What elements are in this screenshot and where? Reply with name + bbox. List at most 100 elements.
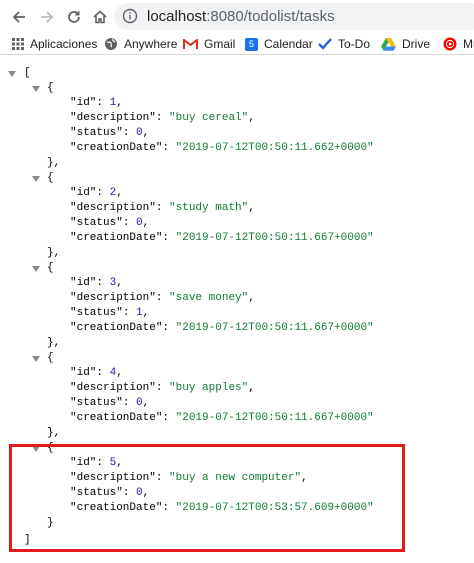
brace-close: },	[47, 427, 61, 439]
field-creation-date: "creationDate": "2019-07-12T00:50:11.662…	[70, 142, 374, 154]
globe-icon	[105, 38, 117, 50]
field-creation-date: "creationDate": "2019-07-12T00:50:11.667…	[70, 412, 374, 424]
bookmark-label: Drive	[402, 37, 431, 51]
bookmark-label: Mu	[463, 37, 474, 51]
back-button[interactable]	[8, 6, 30, 28]
value-status: 1	[136, 307, 143, 319]
collapse-toggle-icon[interactable]	[32, 356, 40, 362]
address-bar[interactable]: localhost:8080/todolist/tasks	[114, 3, 474, 30]
collapse-toggle-icon[interactable]	[32, 86, 40, 92]
value-description: "buy apples"	[169, 382, 249, 394]
home-button[interactable]	[89, 6, 111, 28]
bookmark-label: Anywhere	[124, 37, 178, 51]
home-icon	[93, 10, 107, 24]
field-id: "id": 3,	[70, 277, 123, 289]
key-id: "id"	[70, 187, 97, 199]
check-icon	[318, 38, 332, 50]
value-status: 0	[136, 217, 143, 229]
value-id: 2	[109, 187, 117, 199]
back-arrow-icon	[12, 11, 25, 23]
key-creation-date: "creationDate"	[70, 322, 163, 334]
key-description: "description"	[70, 112, 156, 124]
bookmark-drive[interactable]: Drive	[381, 35, 430, 53]
bookmark-todo[interactable]: To-Do	[318, 35, 370, 53]
key-status: "status"	[70, 307, 123, 319]
field-status: "status": 0,	[70, 127, 150, 139]
collapse-toggle-icon[interactable]	[8, 71, 16, 77]
forward-arrow-icon	[41, 11, 54, 23]
bookmark-gmail[interactable]: Gmail	[183, 35, 235, 53]
reload-button[interactable]	[63, 6, 85, 28]
key-creation-date: "creationDate"	[70, 232, 163, 244]
brace-close: },	[47, 337, 61, 349]
highlight-box	[9, 444, 405, 552]
field-status: "status": 0,	[70, 397, 150, 409]
brace-open: {	[47, 262, 54, 274]
key-id: "id"	[70, 367, 97, 379]
field-id: "id": 4,	[70, 367, 123, 379]
bookmark-label: Gmail	[204, 37, 236, 51]
key-creation-date: "creationDate"	[70, 412, 163, 424]
key-description: "description"	[70, 382, 156, 394]
field-id: "id": 2,	[70, 187, 123, 199]
bookmark-youtube-music[interactable]: Mu	[443, 35, 474, 53]
value-status: 0	[136, 397, 143, 409]
value-status: 0	[136, 127, 143, 139]
brace-open: {	[47, 352, 54, 364]
field-status: "status": 1,	[70, 307, 150, 319]
value-id: 1	[109, 97, 117, 109]
brace-close: },	[47, 157, 61, 169]
bookmark-label: Calendar	[264, 37, 313, 51]
youtube-music-icon	[443, 37, 457, 51]
field-status: "status": 0,	[70, 217, 150, 229]
field-description: "description": "buy cereal",	[70, 112, 255, 124]
info-icon[interactable]	[122, 8, 138, 29]
value-description: "study math"	[169, 202, 249, 214]
json-open-bracket: [	[24, 67, 31, 79]
value-description: "buy cereal"	[169, 112, 249, 124]
apps-grid-icon	[12, 38, 24, 50]
forward-button[interactable]	[36, 6, 58, 28]
gmail-icon	[183, 38, 198, 49]
key-description: "description"	[70, 292, 156, 304]
key-id: "id"	[70, 97, 97, 109]
value-id: 3	[109, 277, 117, 289]
url-path: :8080/todolist/tasks	[206, 8, 335, 25]
json-viewer: [ { "id": 1, "description": "buy cereal"…	[0, 55, 474, 563]
collapse-toggle-icon[interactable]	[32, 176, 40, 182]
collapse-toggle-icon[interactable]	[32, 266, 40, 272]
value-id: 4	[109, 367, 117, 379]
field-description: "description": "buy apples",	[70, 382, 255, 394]
calendar-icon: 5	[245, 37, 258, 51]
key-description: "description"	[70, 202, 156, 214]
url-text[interactable]: localhost:8080/todolist/tasks	[147, 8, 335, 25]
field-description: "description": "study math",	[70, 202, 255, 214]
field-description: "description": "save money",	[70, 292, 255, 304]
bookmark-calendar[interactable]: 5 Calendar	[245, 35, 313, 53]
key-status: "status"	[70, 127, 123, 139]
field-creation-date: "creationDate": "2019-07-12T00:50:11.667…	[70, 232, 374, 244]
value-creation-date: "2019-07-12T00:50:11.667+0000"	[175, 322, 374, 334]
bookmarks-bar: Aplicaciones Anywhere Gmail 5 Calendar T…	[0, 34, 474, 55]
url-host: localhost	[147, 8, 207, 25]
key-creation-date: "creationDate"	[70, 142, 163, 154]
bookmark-apps[interactable]: Aplicaciones	[12, 35, 97, 53]
reload-icon	[68, 11, 80, 23]
bookmark-label: Aplicaciones	[30, 37, 98, 51]
key-status: "status"	[70, 217, 123, 229]
browser-toolbar: localhost:8080/todolist/tasks	[0, 0, 474, 35]
brace-open: {	[47, 82, 54, 94]
field-id: "id": 1,	[70, 97, 123, 109]
value-creation-date: "2019-07-12T00:50:11.667+0000"	[175, 412, 374, 424]
bookmark-anywhere[interactable]: Anywhere	[104, 35, 177, 53]
bookmark-label: To-Do	[338, 37, 371, 51]
brace-open: {	[47, 172, 54, 184]
field-creation-date: "creationDate": "2019-07-12T00:50:11.667…	[70, 322, 374, 334]
key-status: "status"	[70, 397, 123, 409]
brace-close: },	[47, 247, 61, 259]
drive-icon	[381, 37, 396, 51]
value-creation-date: "2019-07-12T00:50:11.662+0000"	[175, 142, 374, 154]
value-creation-date: "2019-07-12T00:50:11.667+0000"	[175, 232, 374, 244]
value-description: "save money"	[169, 292, 249, 304]
key-id: "id"	[70, 277, 97, 289]
